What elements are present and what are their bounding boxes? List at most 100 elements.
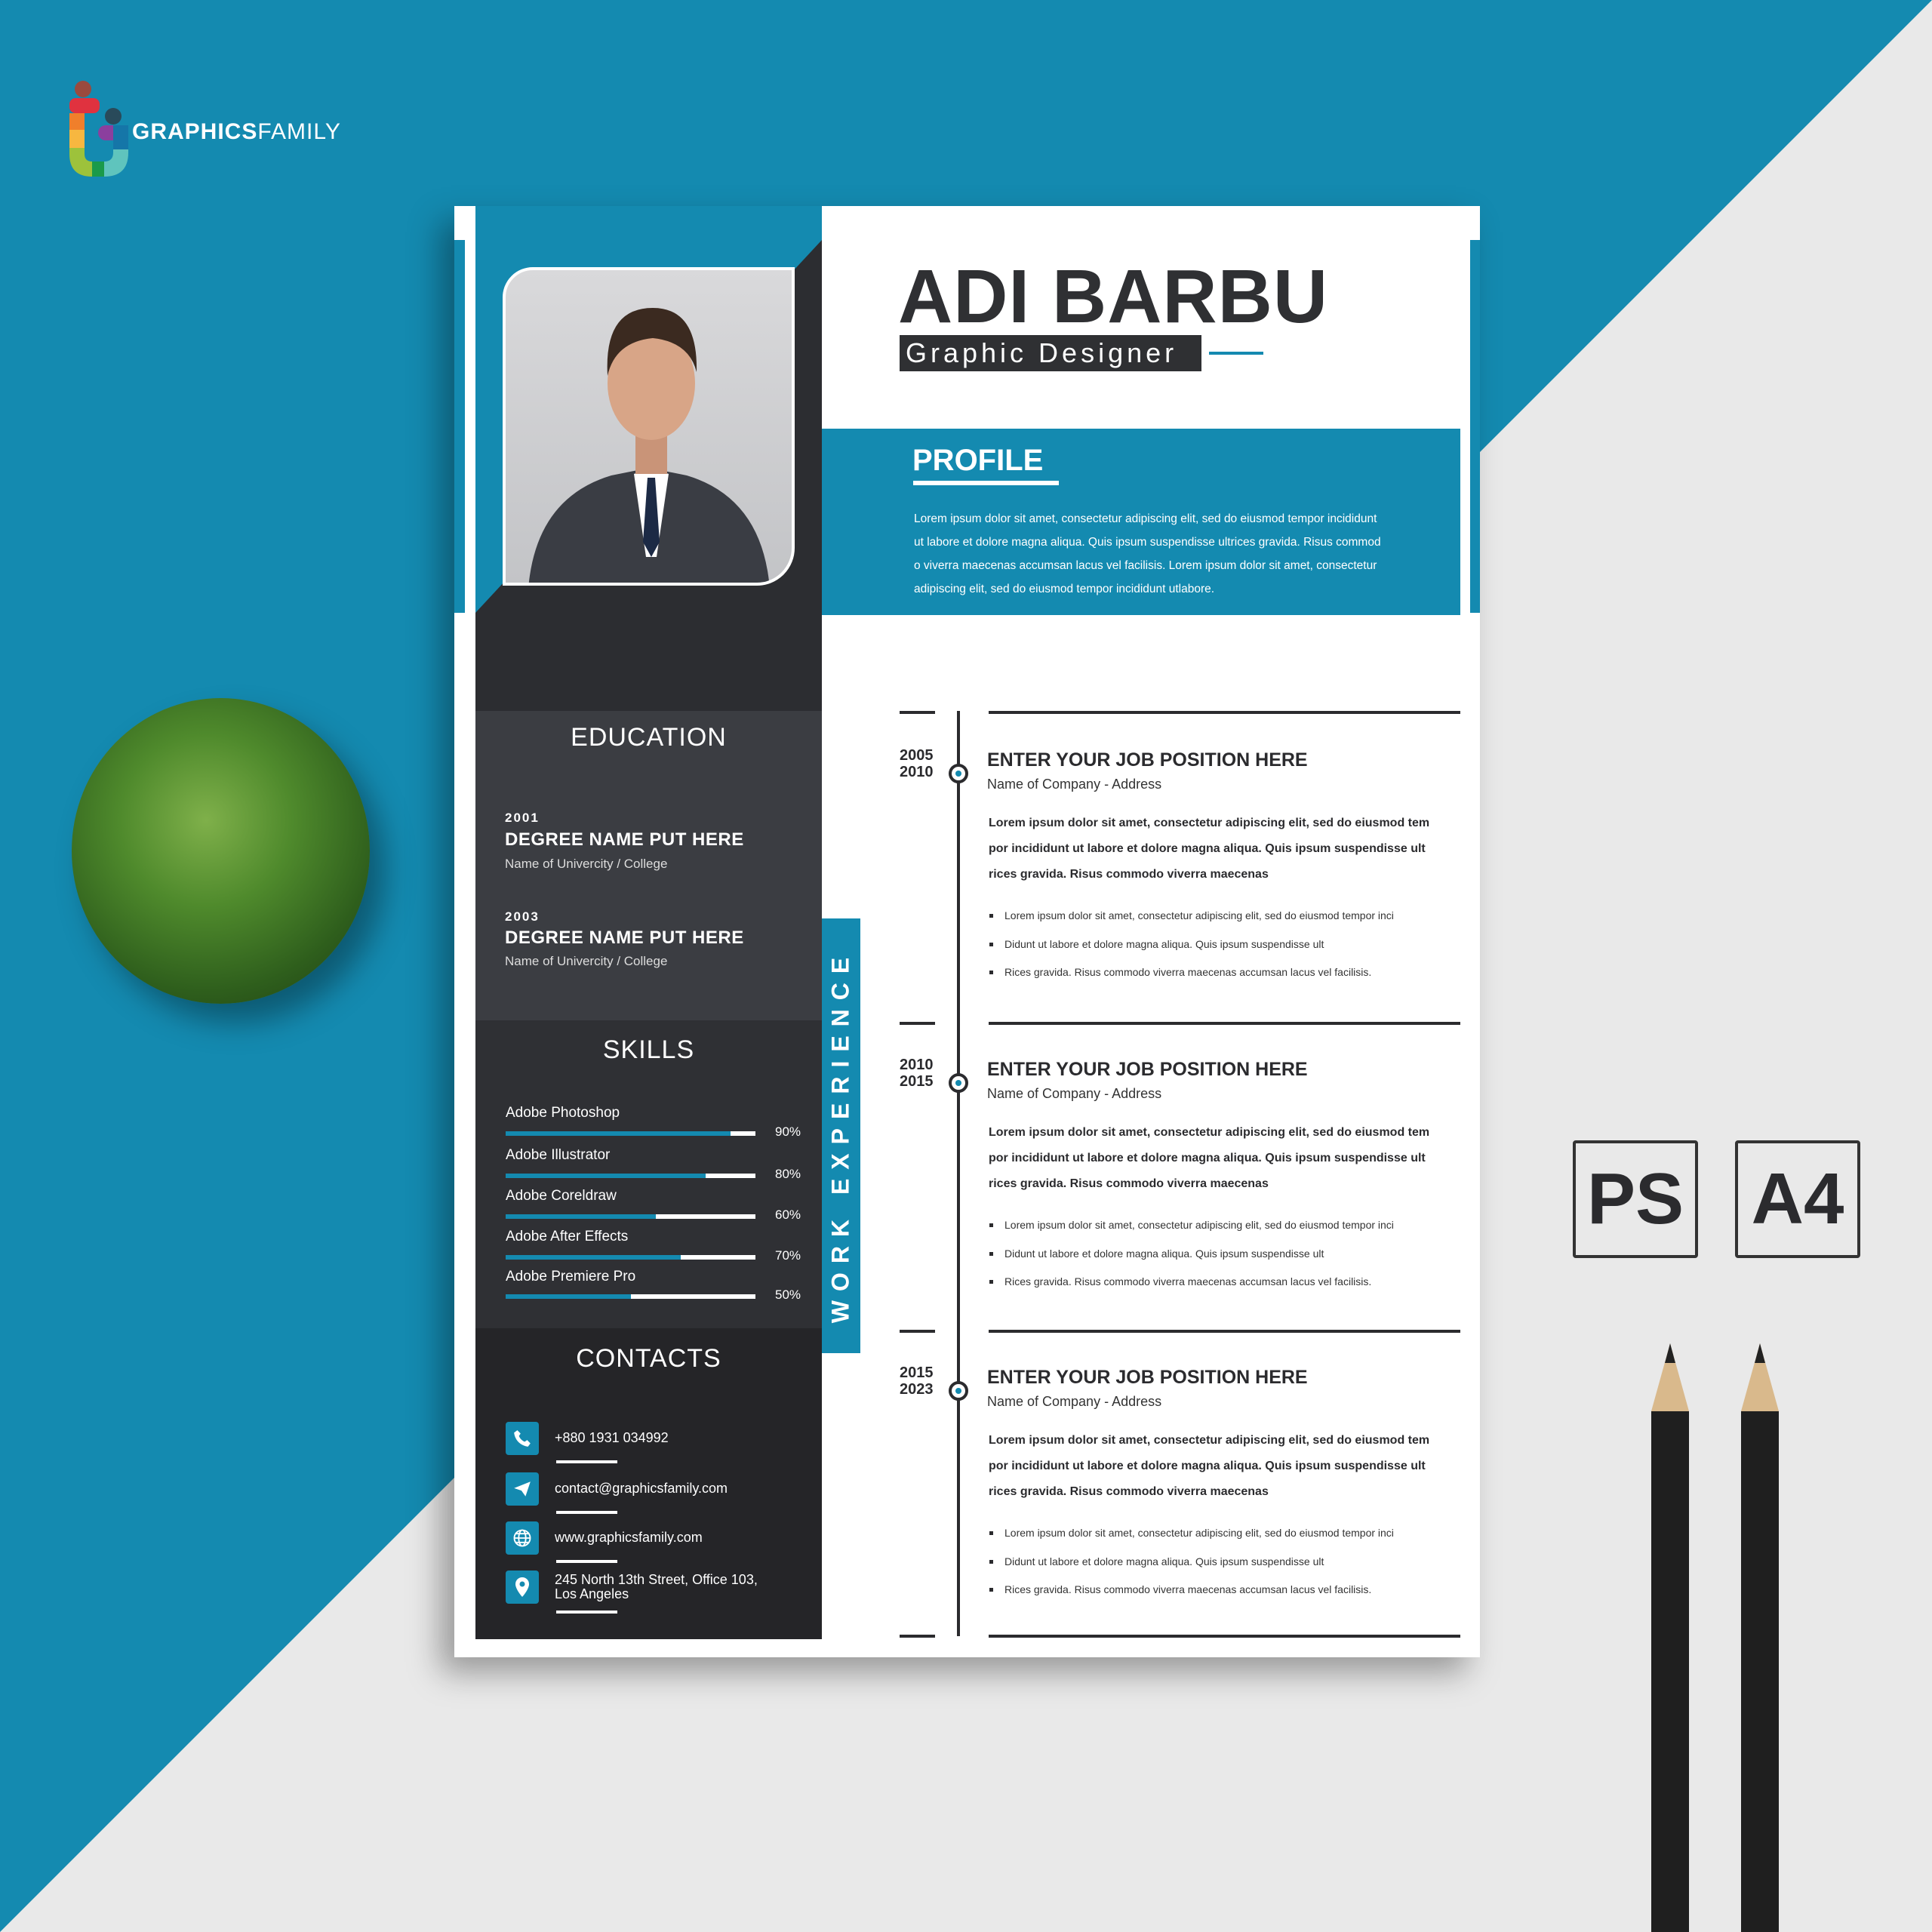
bullet-icon (989, 943, 993, 946)
title-accent-line (1209, 352, 1263, 355)
education-degree: DEGREE NAME PUT HERE (505, 829, 744, 850)
bullet-icon (989, 914, 993, 918)
paper-plane-icon (506, 1472, 539, 1506)
job-bullet: Rices gravida. Risus commodo viverra mae… (1004, 1583, 1372, 1595)
skill-bar (506, 1255, 755, 1260)
section-divider (989, 1330, 1460, 1333)
job-from: 2010 (900, 1057, 934, 1073)
contact-website[interactable]: www.graphicsfamily.com (555, 1531, 703, 1545)
skill-bar (506, 1174, 755, 1178)
job-bullet: Lorem ipsum dolor sit amet, consectetur … (1004, 1219, 1394, 1231)
profile-photo (503, 267, 795, 586)
skill-bar-fill (506, 1255, 681, 1260)
ps-badge: PS (1573, 1140, 1698, 1258)
skill-percent: 50% (775, 1287, 801, 1302)
skill-percent: 80% (775, 1167, 801, 1181)
right-accent-bar (1470, 240, 1480, 613)
candidate-title: Graphic Designer (900, 335, 1201, 371)
job-bullet: Didunt ut labore et dolore magna aliqua.… (1004, 938, 1324, 950)
job-bullet: Rices gravida. Risus commodo viverra mae… (1004, 966, 1372, 978)
graphicsfamily-logo (66, 78, 134, 177)
candidate-name: ADI BARBU (898, 254, 1329, 339)
skills-heading: SKILLS (602, 1035, 695, 1064)
education-school: Name of Univercity / College (505, 954, 668, 968)
skill-name: Adobe Premiere Pro (506, 1269, 636, 1284)
left-accent-bar (454, 240, 465, 613)
contact-email[interactable]: contact@graphicsfamily.com (555, 1481, 728, 1496)
bullet-icon (989, 1531, 993, 1535)
profile-line: Lorem ipsum dolor sit amet, consectetur … (914, 512, 1377, 525)
job-dates: 2010 2015 (900, 1057, 934, 1090)
education-year: 2003 (505, 909, 540, 924)
job-company: Name of Company - Address (987, 1086, 1162, 1101)
skill-name: Adobe Photoshop (506, 1105, 620, 1121)
profile-heading: PROFILE (912, 444, 1044, 477)
job-description-line: Lorem ipsum dolor sit amet, consectetur … (989, 817, 1430, 829)
job-description-line: por incididunt ut labore et dolore magna… (989, 1152, 1426, 1164)
job-description-line: por incididunt ut labore et dolore magna… (989, 1460, 1426, 1472)
job-from: 2015 (900, 1364, 934, 1381)
job-bullet: Didunt ut labore et dolore magna aliqua.… (1004, 1555, 1324, 1567)
profile-line: ut labore et dolore magna aliqua. Quis i… (914, 536, 1381, 549)
job-dates: 2005 2010 (900, 747, 934, 780)
timeline-tick (900, 711, 935, 714)
bullet-icon (989, 971, 993, 974)
education-school: Name of Univercity / College (505, 857, 668, 871)
skill-bar-fill (506, 1214, 656, 1219)
profile-line: o viverra maecenas accumsan lacus vel fa… (914, 559, 1377, 572)
job-from: 2005 (900, 747, 934, 764)
job-description-line: rices gravida. Risus commodo viverra mae… (989, 1177, 1269, 1190)
job-to: 2023 (900, 1381, 934, 1398)
job-bullet: Didunt ut labore et dolore magna aliqua.… (1004, 1247, 1324, 1260)
skill-bar (506, 1131, 755, 1136)
location-pin-icon (506, 1571, 539, 1604)
education-year: 2001 (505, 811, 540, 825)
job-company: Name of Company - Address (987, 777, 1162, 792)
timeline-tick (900, 1635, 935, 1638)
profile-underline (913, 481, 1059, 485)
contact-divider (556, 1611, 617, 1614)
job-title: ENTER YOUR JOB POSITION HERE (987, 1367, 1308, 1388)
work-experience-heading: WORK EXPERIENCE (826, 948, 854, 1324)
bullet-icon (989, 1588, 993, 1592)
timeline-dot (949, 1381, 968, 1401)
job-description-line: rices gravida. Risus commodo viverra mae… (989, 1485, 1269, 1498)
skill-name: Adobe After Effects (506, 1229, 629, 1244)
skill-percent: 60% (775, 1208, 801, 1222)
skill-bar-fill (506, 1131, 731, 1136)
job-dates: 2015 2023 (900, 1364, 934, 1398)
globe-icon (506, 1521, 539, 1555)
timeline-dot (949, 764, 968, 783)
job-title: ENTER YOUR JOB POSITION HERE (987, 1059, 1308, 1080)
job-company: Name of Company - Address (987, 1394, 1162, 1409)
contact-divider (556, 1511, 617, 1514)
plant-decoration (72, 698, 370, 1004)
section-divider (989, 1635, 1460, 1638)
address-line-1: 245 North 13th Street, Office 103, (555, 1572, 758, 1587)
job-bullet: Rices gravida. Risus commodo viverra mae… (1004, 1275, 1372, 1287)
job-title: ENTER YOUR JOB POSITION HERE (987, 749, 1308, 771)
bullet-icon (989, 1223, 993, 1227)
a4-badge: A4 (1735, 1140, 1860, 1258)
phone-icon (506, 1422, 539, 1455)
timeline-line (957, 711, 960, 1636)
job-description-line: rices gravida. Risus commodo viverra mae… (989, 868, 1269, 881)
skill-bar (506, 1294, 755, 1299)
job-description-line: por incididunt ut labore et dolore magna… (989, 842, 1426, 855)
job-to: 2010 (900, 764, 934, 780)
skill-bar-fill (506, 1174, 706, 1178)
bullet-icon (989, 1252, 993, 1256)
education-heading: EDUCATION (571, 723, 727, 752)
education-degree: DEGREE NAME PUT HERE (505, 928, 744, 948)
profile-line: adipiscing elit, sed do eiusmod tempor i… (914, 583, 1215, 595)
job-bullet: Lorem ipsum dolor sit amet, consectetur … (1004, 1527, 1394, 1539)
section-divider (989, 711, 1460, 714)
bullet-icon (989, 1560, 993, 1564)
contact-divider (556, 1560, 617, 1563)
brand-name: GRAPHICSFAMILY (132, 119, 341, 145)
skill-percent: 70% (775, 1248, 801, 1263)
skill-bar-fill (506, 1294, 631, 1299)
job-bullet: Lorem ipsum dolor sit amet, consectetur … (1004, 909, 1394, 921)
section-divider (989, 1022, 1460, 1025)
timeline-dot (949, 1073, 968, 1093)
